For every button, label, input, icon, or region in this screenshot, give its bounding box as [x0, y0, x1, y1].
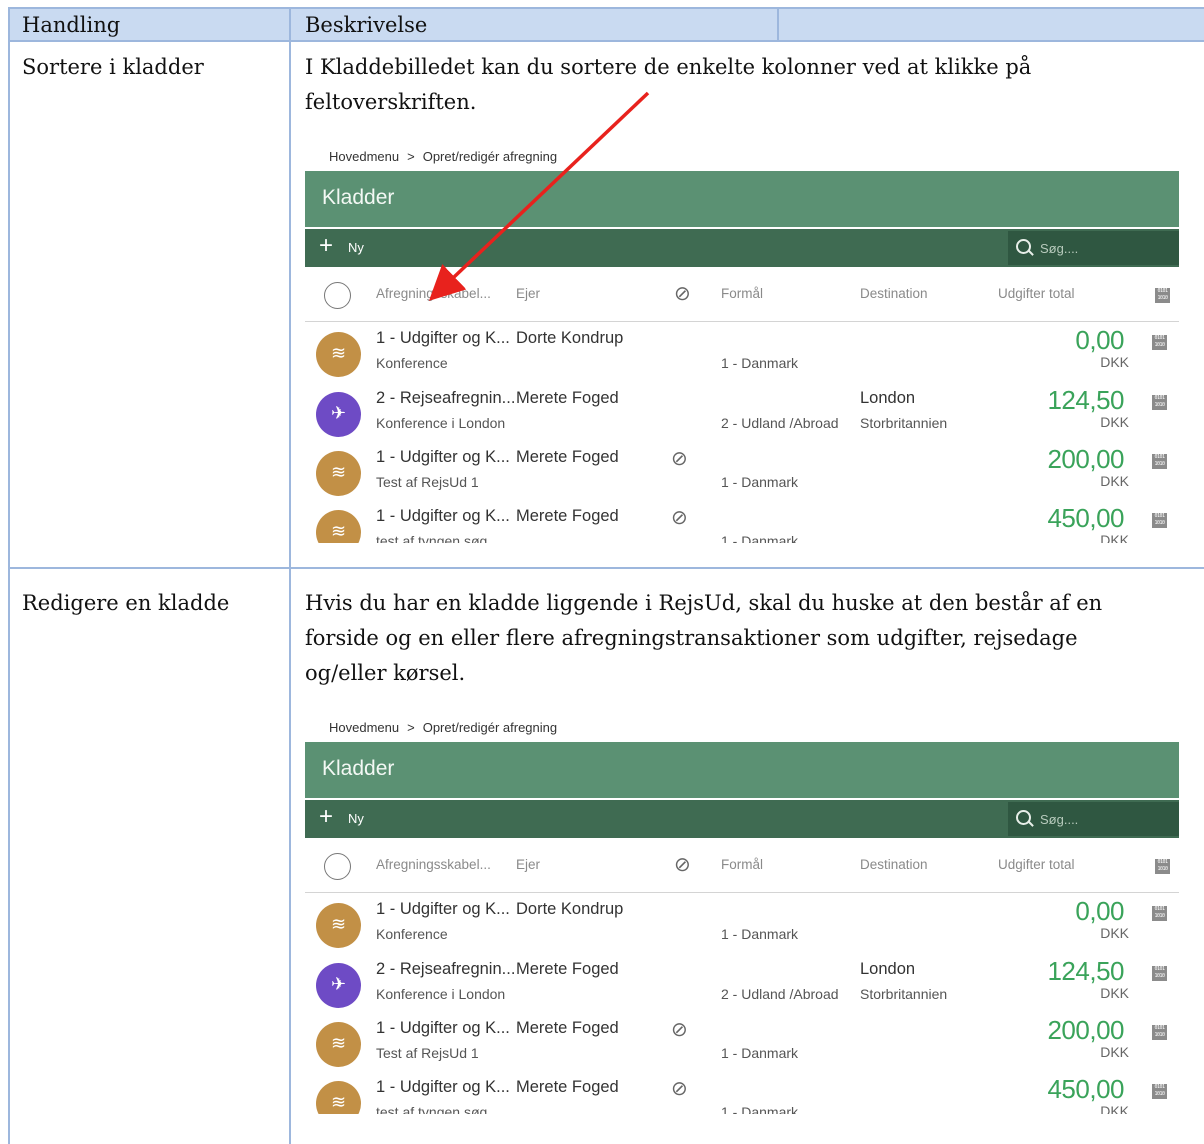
new-button[interactable]: Ny	[348, 811, 364, 826]
row1-description-line2: feltoverskriften.	[305, 90, 477, 114]
paperclip-icon[interactable]: ⊘	[671, 505, 688, 530]
breadcrumb-current: Opret/redigér afregning	[422, 149, 558, 164]
column-purpose[interactable]: Formål	[721, 286, 763, 301]
row2-description-line1: Hvis du har en kladde liggende i RejsUd,…	[305, 591, 1103, 615]
table-row[interactable]: ≋ 1 - Udgifter og K... test af tyngen sø…	[305, 1074, 1179, 1114]
toolbar: + Ny Søg....	[305, 229, 1179, 267]
column-purpose[interactable]: Formål	[721, 857, 763, 872]
binary-icon[interactable]: 0101 1010	[1152, 1084, 1167, 1099]
table-row[interactable]: ≋ 1 - Udgifter og K... Konference Dorte …	[305, 325, 1179, 384]
coins-icon: ≋	[330, 1033, 347, 1054]
binary-icon[interactable]: 0101 1010	[1152, 513, 1167, 528]
select-all-checkbox[interactable]	[324, 853, 351, 880]
coins-icon: ≋	[330, 1092, 347, 1113]
coins-icon: ≋	[330, 462, 347, 483]
table-row[interactable]: ≋ 1 - Udgifter og K... Test af RejsUd 1 …	[305, 1015, 1179, 1074]
toolbar: + Ny Søg....	[305, 800, 1179, 838]
paperclip-icon[interactable]: ⊘	[674, 852, 691, 877]
column-total[interactable]: Udgifter total	[998, 857, 1075, 872]
paperclip-icon[interactable]: ⊘	[671, 446, 688, 471]
new-button[interactable]: Ny	[348, 240, 364, 255]
search-icon	[1016, 239, 1031, 254]
avatar: ≋	[316, 451, 361, 496]
plus-icon[interactable]: +	[319, 234, 333, 258]
paperclip-icon[interactable]: ⊘	[671, 1017, 688, 1042]
plane-icon: ✈	[330, 403, 347, 424]
avatar: ≋	[316, 1022, 361, 1067]
search-input[interactable]: Søg....	[1008, 802, 1179, 836]
list-header: Afregningsskabel... Ejer ⊘ Formål Destin…	[305, 269, 1179, 322]
avatar: ✈	[316, 392, 361, 437]
kladder-screenshot-1: Hovedmenu > Opret/redigér afregning Kladde…	[305, 149, 1179, 543]
table-row[interactable]: ≋ 1 - Udgifter og K... Konference Dorte …	[305, 896, 1179, 955]
header-handling: Handling	[22, 13, 121, 37]
row1-description-line1: I Kladdebilledet kan du sortere de enkel…	[305, 55, 1032, 79]
column-owner[interactable]: Ejer	[516, 286, 540, 301]
table-header-divider-2	[777, 7, 779, 42]
avatar: ≋	[316, 332, 361, 377]
table-row[interactable]: ≋ 1 - Udgifter og K... Test af RejsUd 1 …	[305, 444, 1179, 503]
avatar: ≋	[316, 903, 361, 948]
binary-icon[interactable]: 0101 1010	[1155, 859, 1170, 874]
row2-action: Redigere en kladde	[22, 591, 230, 615]
coins-icon: ≋	[330, 914, 347, 935]
table-header-row	[8, 8, 1204, 40]
page-title-bar: Kladder	[305, 171, 1179, 227]
avatar: ≋	[316, 510, 361, 543]
table-border-top	[8, 7, 1204, 9]
paperclip-icon[interactable]: ⊘	[674, 281, 691, 306]
table-border-left	[8, 7, 10, 1144]
search-icon	[1016, 810, 1031, 825]
column-total[interactable]: Udgifter total	[998, 286, 1075, 301]
header-beskrivelse: Beskrivelse	[305, 13, 428, 37]
select-all-checkbox[interactable]	[324, 282, 351, 309]
table-row[interactable]: ✈ 2 - Rejseafregnin... Konference i Lond…	[305, 956, 1179, 1015]
page-title-bar: Kladder	[305, 742, 1179, 798]
table-row[interactable]: ✈ 2 - Rejseafregnin... Konference i Lond…	[305, 385, 1179, 444]
paperclip-icon[interactable]: ⊘	[671, 1076, 688, 1101]
column-destination[interactable]: Destination	[860, 286, 928, 301]
breadcrumb: Hovedmenu > Opret/redigér afregning	[329, 720, 558, 735]
binary-icon[interactable]: 0101 1010	[1152, 335, 1167, 350]
avatar: ✈	[316, 963, 361, 1008]
column-template[interactable]: Afregningsskabel...	[376, 286, 491, 301]
coins-icon: ≋	[330, 343, 347, 364]
page-title: Kladder	[322, 757, 395, 780]
list-header: Afregningsskabel... Ejer ⊘ Formål Destin…	[305, 840, 1179, 893]
row2-description-line2: forside og en eller flere afregningstran…	[305, 626, 1078, 650]
breadcrumb-current: Opret/redigér afregning	[422, 720, 558, 735]
table-row-divider	[8, 567, 1204, 569]
binary-icon[interactable]: 0101 1010	[1152, 1025, 1167, 1040]
breadcrumb-home[interactable]: Hovedmenu	[329, 149, 399, 164]
breadcrumb-home[interactable]: Hovedmenu	[329, 720, 399, 735]
binary-icon[interactable]: 0101 1010	[1152, 395, 1167, 410]
binary-icon[interactable]: 0101 1010	[1152, 966, 1167, 981]
column-owner[interactable]: Ejer	[516, 857, 540, 872]
plus-icon[interactable]: +	[319, 805, 333, 829]
binary-icon[interactable]: 0101 1010	[1152, 906, 1167, 921]
binary-icon[interactable]: 0101 1010	[1152, 454, 1167, 469]
search-input[interactable]: Søg....	[1008, 231, 1179, 265]
column-template[interactable]: Afregningsskabel...	[376, 857, 491, 872]
coins-icon: ≋	[330, 521, 347, 542]
avatar: ≋	[316, 1081, 361, 1114]
row2-description-line3: og/eller kørsel.	[305, 661, 466, 685]
kladder-screenshot-2: Hovedmenu > Opret/redigér afregning Kladde…	[305, 720, 1179, 1114]
plane-icon: ✈	[330, 974, 347, 995]
table-header-divider	[8, 40, 1204, 42]
page-title: Kladder	[322, 186, 395, 209]
binary-icon[interactable]: 0101 1010	[1155, 288, 1170, 303]
breadcrumb: Hovedmenu > Opret/redigér afregning	[329, 149, 558, 164]
table-row[interactable]: ≋ 1 - Udgifter og K... test af tyngen sø…	[305, 503, 1179, 543]
column-destination[interactable]: Destination	[860, 857, 928, 872]
row1-action: Sortere i kladder	[22, 55, 204, 79]
table-column-divider	[289, 7, 291, 1144]
